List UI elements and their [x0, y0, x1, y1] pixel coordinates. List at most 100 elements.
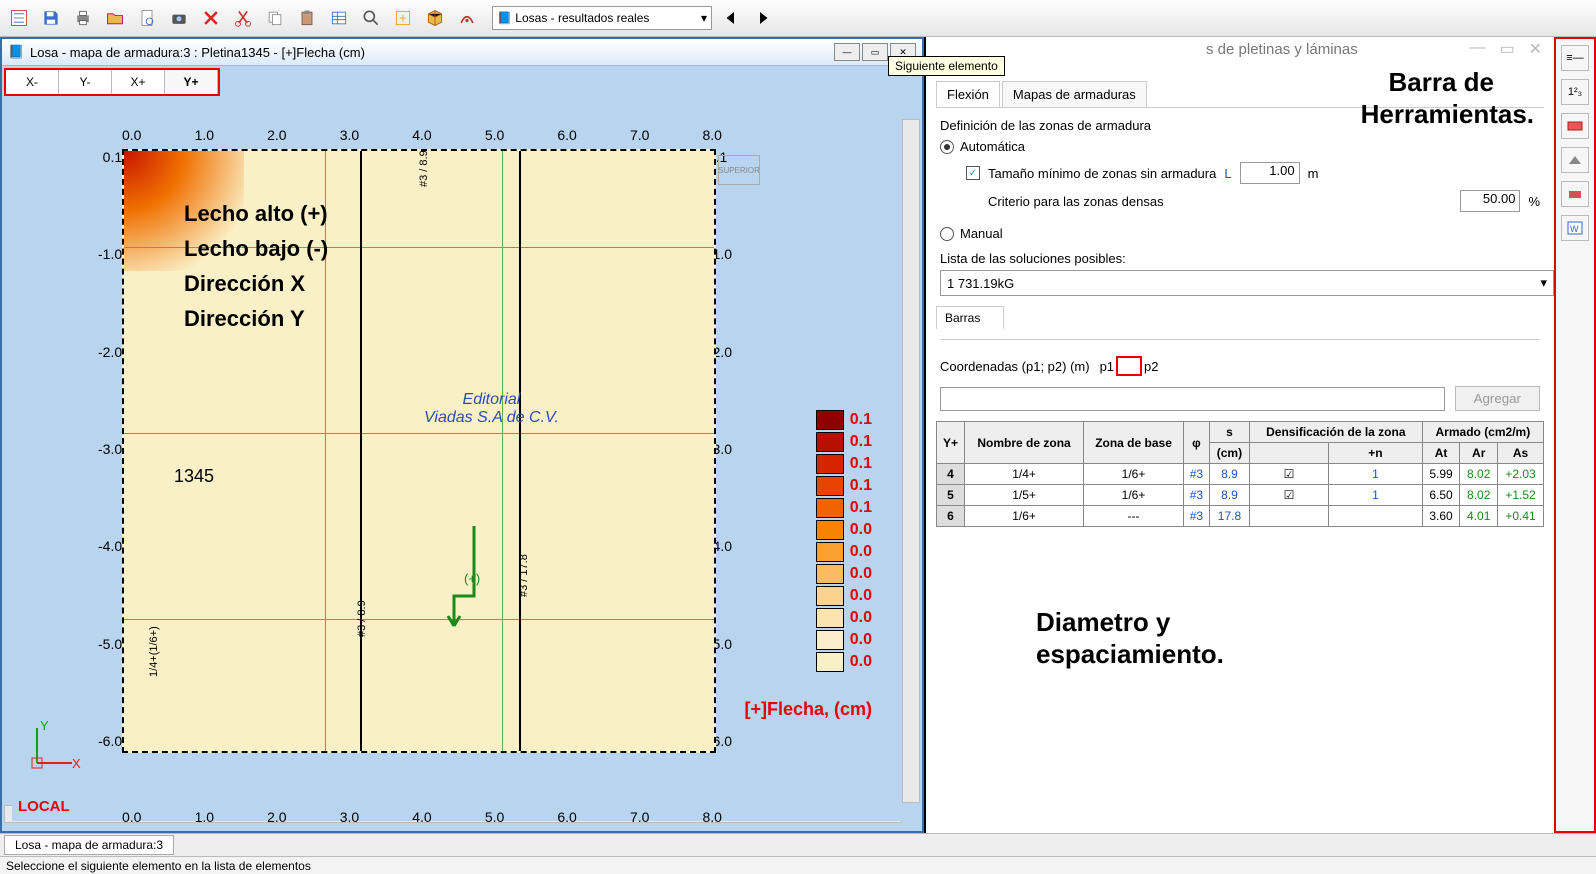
chk-label: Tamaño mínimo de zonas sin armadura — [988, 166, 1216, 181]
plot-canvas[interactable]: 0.01.02.03.04.05.06.07.08.0 0.01.02.03.0… — [12, 119, 902, 821]
camera-icon[interactable] — [166, 5, 192, 31]
subtab-barras[interactable]: Barras — [936, 306, 1004, 329]
unit-pct: % — [1528, 194, 1540, 209]
main-toolbar: 📘 Losas - resultados reales▾ — [0, 0, 1596, 37]
dlg-minimize-icon[interactable]: — — [1469, 39, 1485, 59]
direction-tabs: X- Y- X+ Y+ — [4, 68, 220, 96]
radio-automatica[interactable]: Automática — [940, 139, 1540, 154]
document-tabs: Losa - mapa de armadura:3 — [0, 833, 1596, 856]
add-button[interactable]: Agregar — [1455, 386, 1540, 411]
solutions-select[interactable]: 1 731.19kG▾ — [940, 270, 1554, 296]
annot-diametro: Diametro y — [1036, 607, 1170, 638]
check-tamano[interactable]: ✓ — [966, 166, 980, 180]
radio-manual[interactable]: Manual — [940, 226, 1540, 241]
dlg-maximize-icon[interactable]: ▭ — [1499, 39, 1514, 59]
cut-icon[interactable] — [230, 5, 256, 31]
minimize-button[interactable]: — — [834, 43, 860, 61]
axis-y-left: 0.1-1.0-2.0-3.0-4.0-5.0-6.0 — [98, 149, 122, 749]
th-arm: Armado (cm2/m) — [1422, 422, 1543, 443]
table-row: 6 1/6+ --- #3 17.8 3.60 4.01 +0.41 — [937, 506, 1544, 527]
input-criterio[interactable]: 50.00 — [1460, 190, 1520, 212]
copy-icon[interactable] — [262, 5, 288, 31]
print-icon[interactable] — [70, 5, 96, 31]
combo-label: Losas - resultados reales — [515, 11, 649, 25]
annot-herramientas: Herramientas. — [1361, 99, 1534, 130]
color-legend: 0.1 0.1 0.1 0.1 0.1 0.0 0.0 0.0 0.0 0.0 … — [816, 409, 872, 673]
unit-m: m — [1308, 166, 1319, 181]
annot-dir-x: Dirección X — [184, 271, 305, 297]
th-nombre: Nombre de zona — [964, 422, 1083, 464]
window-title: Losa - mapa de armadura:3 : Pletina1345 … — [30, 45, 365, 60]
tab-flexion[interactable]: Flexión — [936, 81, 1000, 107]
properties-icon[interactable] — [6, 5, 32, 31]
panel-partial-title: s de pletinas y láminas — [1206, 41, 1414, 58]
input-min-size[interactable]: 1.00 — [1240, 162, 1300, 184]
th-ar: Ar — [1460, 443, 1498, 464]
table-row: 5 1/5+ 1/6+ #3 8.9 ☑ 1 6.50 8.02 +1.52 — [937, 485, 1544, 506]
bar-label-1: #3 / 8.9 — [418, 150, 430, 187]
settings-icon[interactable] — [454, 5, 480, 31]
tool-numbering-icon[interactable]: 1²₃ — [1561, 79, 1589, 105]
save-icon[interactable] — [38, 5, 64, 31]
window-titlebar: 📘 Losa - mapa de armadura:3 : Pletina134… — [2, 39, 922, 66]
tab-y-plus[interactable]: Y+ — [165, 70, 218, 94]
slab-plot[interactable]: Lecho alto (+) Lecho bajo (-) Dirección … — [122, 149, 716, 753]
local-label: LOCAL — [18, 798, 70, 815]
zoom-extents-icon[interactable] — [390, 5, 416, 31]
vertical-scrollbar[interactable] — [902, 119, 920, 803]
superior-badge: SUPERIOR — [718, 155, 760, 185]
coord-input[interactable] — [940, 387, 1445, 411]
svg-text:Y: Y — [40, 718, 49, 733]
delete-icon[interactable] — [198, 5, 224, 31]
view-combo[interactable]: 📘 Losas - resultados reales▾ — [492, 6, 712, 30]
next-element-icon[interactable] — [750, 5, 776, 31]
th-corner: Y+ — [937, 422, 965, 464]
status-bar: Seleccione el siguiente elemento en la l… — [0, 856, 1596, 874]
svg-text:X: X — [72, 756, 81, 771]
annot-lecho-alto: Lecho alto (+) — [184, 201, 328, 227]
tab-y-minus[interactable]: Y- — [59, 70, 112, 94]
th-at: At — [1422, 443, 1460, 464]
th-phi: φ — [1183, 422, 1209, 464]
tool-3d-icon[interactable] — [1561, 147, 1589, 173]
tool-print-icon[interactable] — [1561, 181, 1589, 207]
page-icon[interactable] — [134, 5, 160, 31]
table-icon[interactable] — [326, 5, 352, 31]
chk-sym: L — [1224, 166, 1231, 181]
results-table: Y+ Nombre de zona Zona de base φ s Densi… — [936, 421, 1544, 527]
table-row: 4 1/4+ 1/6+ #3 8.9 ☑ 1 5.99 8.02 +2.03 — [937, 464, 1544, 485]
th-s-unit: (cm) — [1209, 443, 1249, 464]
tab-x-minus[interactable]: X- — [6, 70, 59, 94]
prev-element-icon[interactable] — [718, 5, 744, 31]
paste-icon[interactable] — [294, 5, 320, 31]
annot-barra: Barra de — [1389, 67, 1495, 98]
tab-x-plus[interactable]: X+ — [112, 70, 165, 94]
annot-espaciamiento: espaciamiento. — [1036, 639, 1224, 670]
th-s: s — [1209, 422, 1249, 443]
crit-label: Criterio para las zonas densas — [988, 194, 1164, 209]
right-panel: s de pletinas y láminas — ▭ ✕ Barra de H… — [924, 37, 1596, 833]
watermark: EditorialViadas S.A de C.V. — [424, 391, 559, 427]
slab-id: 1345 — [174, 466, 214, 487]
tool-collapse-icon[interactable]: ≡— — [1561, 45, 1589, 71]
bar-label-2: #3 / 17.8 — [518, 554, 530, 597]
zoom-icon[interactable] — [358, 5, 384, 31]
cube-icon[interactable] — [422, 5, 448, 31]
tool-note-icon[interactable]: W — [1561, 215, 1589, 241]
bar-label-4: 1/4+(1/6+) — [148, 626, 160, 677]
maximize-button[interactable]: ▭ — [862, 43, 888, 61]
axis-x-top: 0.01.02.03.04.05.06.07.08.0 — [122, 127, 722, 143]
dlg-close-icon[interactable]: ✕ — [1529, 39, 1542, 59]
tool-section-icon[interactable] — [1561, 113, 1589, 139]
annot-dir-y: Dirección Y — [184, 306, 305, 332]
th-dens: Densificación de la zona — [1249, 422, 1422, 443]
th-zona: Zona de base — [1084, 422, 1184, 464]
tooltip: Siguiente elemento — [888, 56, 1005, 76]
window-icon: 📘 — [8, 44, 24, 60]
axis-indicator-icon: YX — [22, 718, 82, 781]
doc-tab[interactable]: Losa - mapa de armadura:3 — [4, 835, 174, 855]
open-icon[interactable] — [102, 5, 128, 31]
svg-text:W: W — [1570, 224, 1579, 234]
th-as: As — [1498, 443, 1544, 464]
tab-mapas[interactable]: Mapas de armaduras — [1002, 81, 1147, 107]
